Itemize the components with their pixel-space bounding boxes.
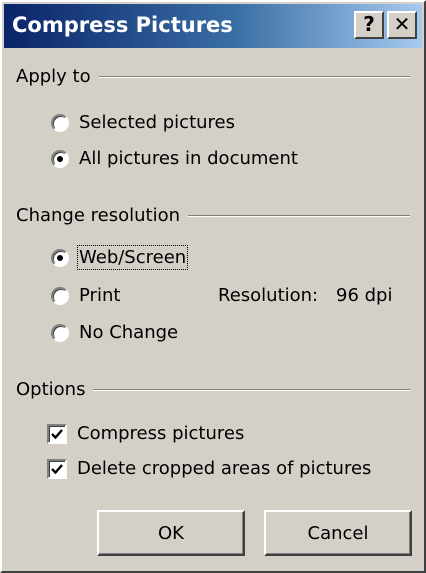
checkbox-compress-pictures-box[interactable] — [47, 423, 67, 444]
resolution-label: Resolution: — [218, 285, 319, 306]
radio-print-button[interactable] — [51, 286, 69, 305]
radio-all-pictures-button[interactable] — [51, 149, 69, 168]
radio-web-screen-label: Web/Screen — [76, 245, 189, 270]
radio-no-change-label: No Change — [79, 322, 179, 343]
options-group-label: Options — [16, 379, 94, 401]
radio-selected-dot — [57, 254, 63, 261]
checkmark-icon — [51, 463, 63, 474]
close-button[interactable]: ✕ — [387, 11, 417, 39]
radio-no-change[interactable]: No Change — [51, 322, 178, 343]
checkbox-delete-cropped[interactable]: Delete cropped areas of pictures — [47, 458, 371, 479]
radio-web-screen[interactable]: Web/Screen — [51, 245, 189, 270]
radio-print[interactable]: Print — [51, 285, 120, 306]
checkbox-delete-cropped-box[interactable] — [47, 458, 67, 479]
compress-pictures-dialog: Compress Pictures ? ✕ Apply to Selected … — [0, 0, 426, 573]
radio-all-pictures-label: All pictures in document — [79, 148, 298, 169]
help-button[interactable]: ? — [354, 11, 384, 39]
checkbox-delete-cropped-label: Delete cropped areas of pictures — [77, 458, 372, 479]
checkbox-compress-pictures-label: Compress pictures — [77, 423, 245, 444]
resolution-value: 96 dpi — [336, 285, 393, 306]
radio-selected-pictures[interactable]: Selected pictures — [51, 112, 235, 133]
title-bar[interactable]: Compress Pictures ? ✕ — [4, 4, 422, 48]
checkmark-icon — [51, 428, 63, 439]
radio-no-change-button[interactable] — [51, 323, 69, 342]
radio-print-label: Print — [79, 285, 121, 306]
radio-web-screen-button[interactable] — [51, 248, 69, 267]
cancel-button[interactable]: Cancel — [264, 510, 412, 556]
window-title: Compress Pictures — [12, 13, 233, 37]
radio-all-pictures[interactable]: All pictures in document — [51, 148, 298, 169]
radio-selected-pictures-button[interactable] — [51, 113, 69, 132]
apply-to-group-label: Apply to — [16, 66, 99, 88]
radio-selected-pictures-label: Selected pictures — [79, 112, 235, 133]
ok-button[interactable]: OK — [97, 510, 245, 556]
radio-selected-dot — [57, 155, 63, 162]
checkbox-compress-pictures[interactable]: Compress pictures — [47, 423, 244, 444]
change-resolution-group-label: Change resolution — [16, 205, 188, 227]
